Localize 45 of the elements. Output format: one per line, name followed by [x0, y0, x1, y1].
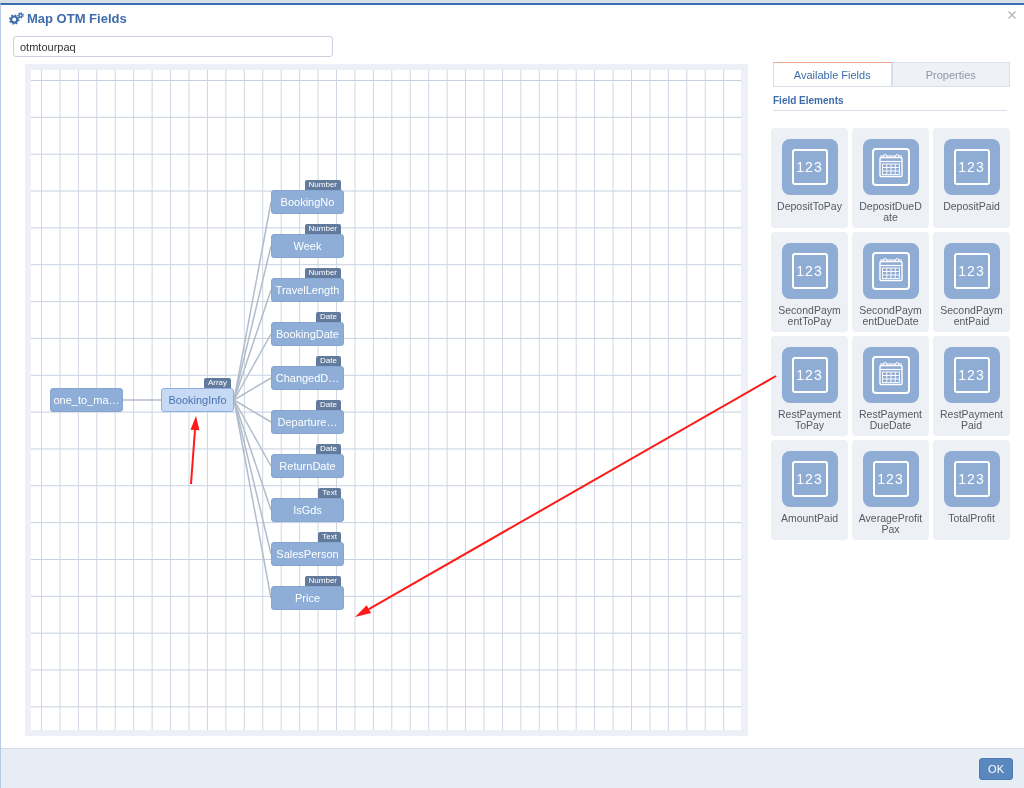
- field-element[interactable]: DepositDueDate: [852, 128, 929, 228]
- window-title: Map OTM Fields: [27, 11, 127, 26]
- icon-text: 123: [796, 471, 823, 487]
- calendar-icon: [862, 243, 919, 299]
- icon-text: 123: [796, 367, 823, 383]
- close-icon[interactable]: [1008, 11, 1016, 19]
- icon-text: 123: [796, 159, 823, 175]
- type-tag: Text: [318, 488, 341, 498]
- icon-text: 123: [796, 263, 823, 279]
- field-element[interactable]: 123 DepositToPay: [771, 128, 848, 228]
- field-element[interactable]: 123 RestPaymentToPay: [771, 336, 848, 436]
- icon-text: 123: [958, 367, 985, 383]
- calendar-icon: [862, 347, 919, 403]
- type-tag: Date: [316, 356, 341, 366]
- field-element[interactable]: RestPaymentDueDate: [852, 336, 929, 436]
- type-tag: Text: [318, 532, 341, 542]
- type-tag: Number: [304, 224, 341, 234]
- field-element[interactable]: 123 SecondPaymentToPay: [771, 232, 848, 332]
- icon-text: 123: [958, 471, 985, 487]
- type-tag: Date: [316, 312, 341, 322]
- icon-text: 123: [877, 471, 904, 487]
- type-tag: Number: [304, 576, 341, 586]
- field-element[interactable]: 123 RestPaymentPaid: [933, 336, 1010, 436]
- icon-text: 123: [958, 263, 985, 279]
- calendar-icon: [862, 139, 919, 195]
- field-element[interactable]: 123 TotalProfit: [933, 440, 1010, 540]
- search-field[interactable]: otmtourpaq: [13, 36, 333, 57]
- type-tag: Date: [316, 444, 341, 454]
- type-tag: Number: [304, 268, 341, 278]
- annotation-arrow: [190, 416, 200, 485]
- section-title: Field Elements: [773, 95, 1007, 111]
- type-tag: Date: [316, 400, 341, 410]
- type-tag: Array: [203, 378, 231, 388]
- icon-text: 123: [958, 159, 985, 175]
- type-tag: Number: [304, 180, 341, 190]
- connector-line: [122, 399, 162, 401]
- field-node[interactable]: BookingInfo: [161, 388, 234, 412]
- field-element[interactable]: 123 SecondPaymentPaid: [933, 232, 1010, 332]
- field-element[interactable]: 123 AmountPaid: [771, 440, 848, 540]
- field-element[interactable]: 123 AverageProfitPax: [852, 440, 929, 540]
- gears-icon: [9, 12, 24, 25]
- field-element[interactable]: SecondPaymentDueDate: [852, 232, 929, 332]
- ok-button[interactable]: OK: [979, 757, 1013, 780]
- field-element[interactable]: 123 DepositPaid: [933, 128, 1010, 228]
- panel-tab[interactable]: Available Fields: [773, 62, 892, 87]
